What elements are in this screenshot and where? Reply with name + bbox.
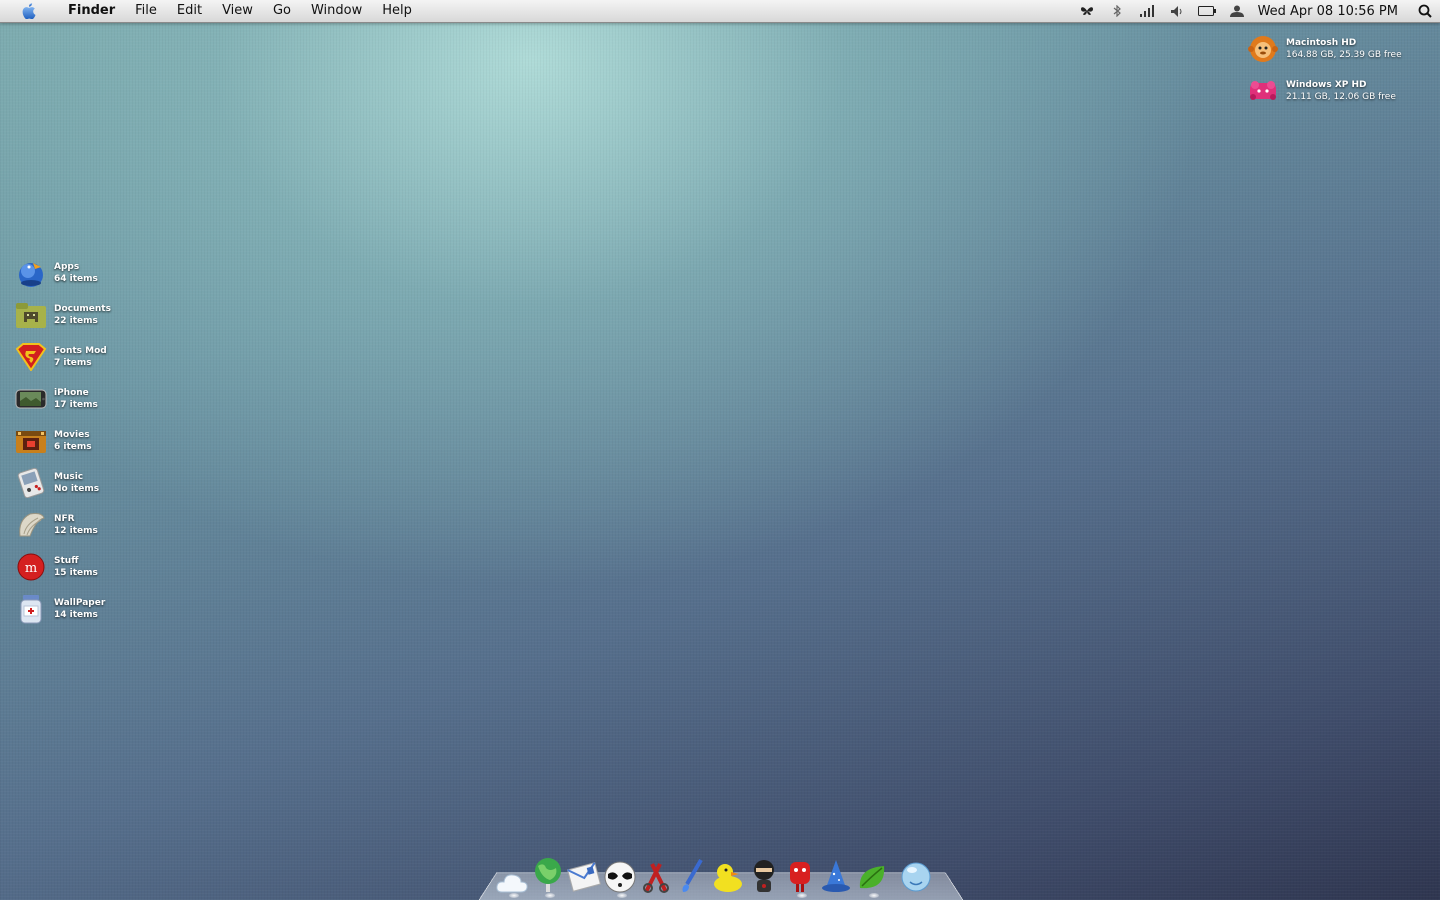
menu-file[interactable]: File — [125, 0, 167, 22]
folder-name: Apps — [54, 262, 80, 272]
mail-stamp-icon[interactable] — [566, 854, 602, 894]
folder-name: Fonts Mod — [54, 346, 107, 356]
panda-mask-icon[interactable] — [602, 854, 638, 894]
folder-name: Movies — [54, 430, 90, 440]
signal-bars-icon[interactable] — [1132, 0, 1162, 22]
folder-documents[interactable]: Documents 22 items — [14, 297, 134, 333]
menu-go[interactable]: Go — [263, 0, 301, 22]
butterfly-icon[interactable] — [1072, 0, 1102, 22]
monkey-drive-icon — [1248, 34, 1278, 64]
folder-apps[interactable]: Apps 64 items — [14, 255, 134, 291]
folder-name: Stuff — [54, 556, 79, 566]
pink-drive-icon — [1248, 76, 1278, 106]
trash-bubble-icon[interactable] — [898, 854, 934, 894]
folder-nfr[interactable]: NFR 12 items — [14, 507, 134, 543]
folder-count: 22 items — [54, 316, 98, 326]
wizard-hat-icon[interactable] — [818, 854, 854, 894]
folder-count: 15 items — [54, 568, 98, 578]
folder-name: NFR — [54, 514, 75, 524]
shell-icon — [14, 508, 48, 542]
battery-icon[interactable] — [1192, 0, 1222, 22]
dock-running-indicator — [869, 893, 879, 898]
drive-info: 164.88 GB, 25.39 GB free — [1286, 50, 1402, 60]
bird-globe-icon — [14, 256, 48, 290]
folder-count: 12 items — [54, 526, 98, 536]
dock-running-indicator — [509, 893, 519, 898]
superman-shield-icon — [14, 340, 48, 374]
paintbrush-icon[interactable] — [674, 854, 710, 894]
folder-wallpaper[interactable]: WallPaper 14 items — [14, 591, 134, 627]
globe-balloon-icon[interactable] — [530, 854, 566, 894]
volume-icon[interactable] — [1162, 0, 1192, 22]
menu-bar: Finder File Edit View Go Window Help Wed… — [0, 0, 1440, 23]
folder-fonts-mod[interactable]: Fonts Mod 7 items — [14, 339, 134, 375]
drive-info: 21.11 GB, 12.06 GB free — [1286, 92, 1396, 102]
folder-name: WallPaper — [54, 598, 106, 608]
red-badge-icon: m — [14, 550, 48, 584]
folder-name: Documents — [54, 304, 111, 314]
dock-running-indicator — [617, 893, 627, 898]
apple-menu-icon[interactable] — [21, 3, 37, 19]
menu-clock[interactable]: Wed Apr 08 10:56 PM — [1252, 4, 1410, 19]
folder-count: 6 items — [54, 442, 92, 452]
folder-music[interactable]: Music No items — [14, 465, 134, 501]
drive-windows-xp-hd[interactable]: Windows XP HD 21.11 GB, 12.06 GB free — [1248, 74, 1428, 108]
menu-window[interactable]: Window — [301, 0, 372, 22]
cloud-icon[interactable] — [494, 854, 530, 894]
status-area: Wed Apr 08 10:56 PM — [1072, 0, 1440, 22]
folder-stuff[interactable]: m Stuff 15 items — [14, 549, 134, 585]
menu-view[interactable]: View — [212, 0, 263, 22]
iphone-icon — [14, 382, 48, 416]
folder-movies[interactable]: Movies 6 items — [14, 423, 134, 459]
folder-count: 64 items — [54, 274, 98, 284]
menu-app-name[interactable]: Finder — [58, 0, 125, 22]
dock-running-indicator — [797, 893, 807, 898]
rubber-duck-icon[interactable] — [710, 854, 746, 894]
menu-edit[interactable]: Edit — [167, 0, 212, 22]
ninja-icon[interactable] — [746, 854, 782, 894]
scissors-icon[interactable] — [638, 854, 674, 894]
folder-name: iPhone — [54, 388, 89, 398]
folder-count: 7 items — [54, 358, 92, 368]
dock-separator — [890, 858, 898, 894]
folder-iphone[interactable]: iPhone 17 items — [14, 381, 134, 417]
folder-count: No items — [54, 484, 100, 494]
dock-running-indicator — [545, 893, 555, 898]
menu-help[interactable]: Help — [372, 0, 422, 22]
bluetooth-icon[interactable] — [1102, 0, 1132, 22]
jar-icon — [14, 592, 48, 626]
drive-name: Macintosh HD — [1286, 38, 1357, 48]
spotlight-search-icon[interactable] — [1410, 0, 1440, 22]
folder-count: 17 items — [54, 400, 98, 410]
space-invader-folder-icon — [14, 298, 48, 332]
gameboy-music-icon — [14, 466, 48, 500]
drive-macintosh-hd[interactable]: Macintosh HD 164.88 GB, 25.39 GB free — [1248, 32, 1428, 66]
folder-name: Music — [54, 472, 84, 482]
svg-text:m: m — [25, 561, 37, 576]
dock — [494, 850, 934, 894]
film-reel-icon — [14, 424, 48, 458]
red-robot-icon[interactable] — [782, 854, 818, 894]
leaf-icon[interactable] — [854, 854, 890, 894]
drive-name: Windows XP HD — [1286, 80, 1367, 90]
wallpaper-texture — [0, 0, 1440, 900]
user-icon[interactable] — [1222, 0, 1252, 22]
folder-count: 14 items — [54, 610, 98, 620]
